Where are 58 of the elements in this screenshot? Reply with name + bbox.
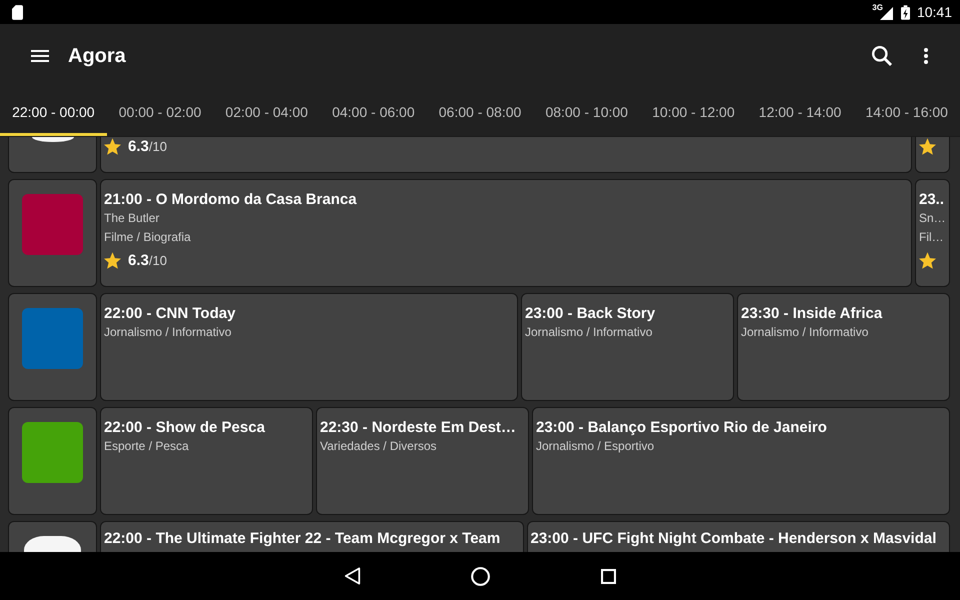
channel-cell[interactable] (8, 137, 97, 173)
program-card[interactable]: 22:00 - Show de Pesca Esporte / Pesca (100, 407, 313, 515)
more-icon (924, 48, 928, 64)
rating-score: 6.3/10 (128, 137, 167, 156)
original-title: Sn… (919, 210, 946, 227)
program-genre: Jornalismo / Esportivo (536, 438, 654, 455)
program-card[interactable]: 23:30 - Inside Africa Jornalismo / Informativo (737, 293, 950, 401)
program-card[interactable]: 22:30 - Nordeste Em Dest… Variedades / Diversos (316, 407, 529, 515)
channel-cell[interactable] (8, 521, 97, 552)
battery-icon (900, 4, 910, 20)
program-card[interactable]: 23:00 - Balanço Esportivo Rio de Janeiro Jornalismo / Esportivo (532, 407, 950, 515)
rating-score: 6.3/10 (128, 251, 167, 270)
channel-cell[interactable] (8, 293, 97, 401)
network-type-label: 3G (872, 3, 883, 12)
program-title: 22:30 - Nordeste Em Dest… (320, 418, 516, 437)
program-card[interactable]: 23.. Sn… Fil… (915, 179, 950, 287)
program-card[interactable]: 23:00 - Back Story Jornalismo / Informativo (521, 293, 734, 401)
time-range-tab[interactable]: 02:00 - 04:00 (213, 88, 320, 136)
time-range-tab[interactable]: 10:00 - 12:00 (640, 88, 747, 136)
menu-icon (31, 50, 49, 62)
time-range-tab[interactable]: 06:00 - 08:00 (426, 88, 534, 136)
program-genre: Variedades / Diversos (320, 438, 436, 455)
time-range-tab[interactable]: 08:00 - 10:00 (533, 88, 640, 136)
recents-icon (600, 568, 616, 584)
original-title: The Butler (104, 210, 160, 227)
search-icon (872, 46, 892, 66)
channel-cell[interactable] (8, 179, 97, 287)
program-genre: Filme / Biografia (104, 229, 191, 246)
program-title: 23.. (919, 190, 944, 209)
time-range-tab[interactable]: 12:00 - 14:00 (746, 88, 854, 136)
program-title: 21:00 - O Mordomo da Casa Branca (104, 190, 357, 209)
program-card[interactable]: 22:00 - CNN Today Jornalismo / Informativo (100, 293, 518, 401)
program-title: 23:00 - Balanço Esportivo Rio de Janeiro (536, 418, 827, 437)
back-icon (344, 567, 360, 585)
time-range-tab[interactable]: 04:00 - 06:00 (320, 88, 427, 136)
time-range-tab[interactable]: 14:00 - 16:00 (853, 88, 960, 136)
program-genre: Esporte / Pesca (104, 438, 189, 455)
program-genre: Fil… (919, 229, 944, 246)
program-genre: Jornalismo / Informativo (525, 324, 652, 341)
channel-cell[interactable] (8, 407, 97, 515)
program-card[interactable]: 6.3/10 (100, 137, 912, 173)
home-icon (470, 566, 490, 586)
program-card[interactable]: 23:00 - UFC Fight Night Combate - Henderson x Masvidal (526, 521, 950, 552)
program-title: 23:30 - Inside Africa (741, 304, 882, 323)
program-title: 22:00 - The Ultimate Fighter 22 - Team Mcgregor x Team (104, 529, 500, 548)
clock-time: 10:41 (916, 4, 952, 20)
program-card[interactable] (915, 137, 950, 173)
program-title: 22:00 - Show de Pesca (104, 418, 265, 437)
sd-card-icon (12, 4, 23, 20)
program-genre: Jornalismo / Informativo (741, 324, 868, 341)
program-title: 23:00 - UFC Fight Night Combate - Henderson x Masvidal (530, 529, 936, 548)
screen-title: Agora (68, 44, 126, 68)
time-range-tab[interactable]: 00:00 - 02:00 (106, 88, 214, 136)
program-title: 23:00 - Back Story (525, 304, 656, 323)
program-card[interactable]: 22:00 - The Ultimate Fighter 22 - Team Mcgregor x Team (100, 521, 524, 552)
program-genre: Jornalismo / Informativo (104, 324, 232, 341)
program-card[interactable]: 21:00 - O Mordomo da Casa Branca The Butler Filme / Biografia 6.3/10 (100, 179, 912, 287)
program-title: 22:00 - CNN Today (104, 304, 236, 323)
